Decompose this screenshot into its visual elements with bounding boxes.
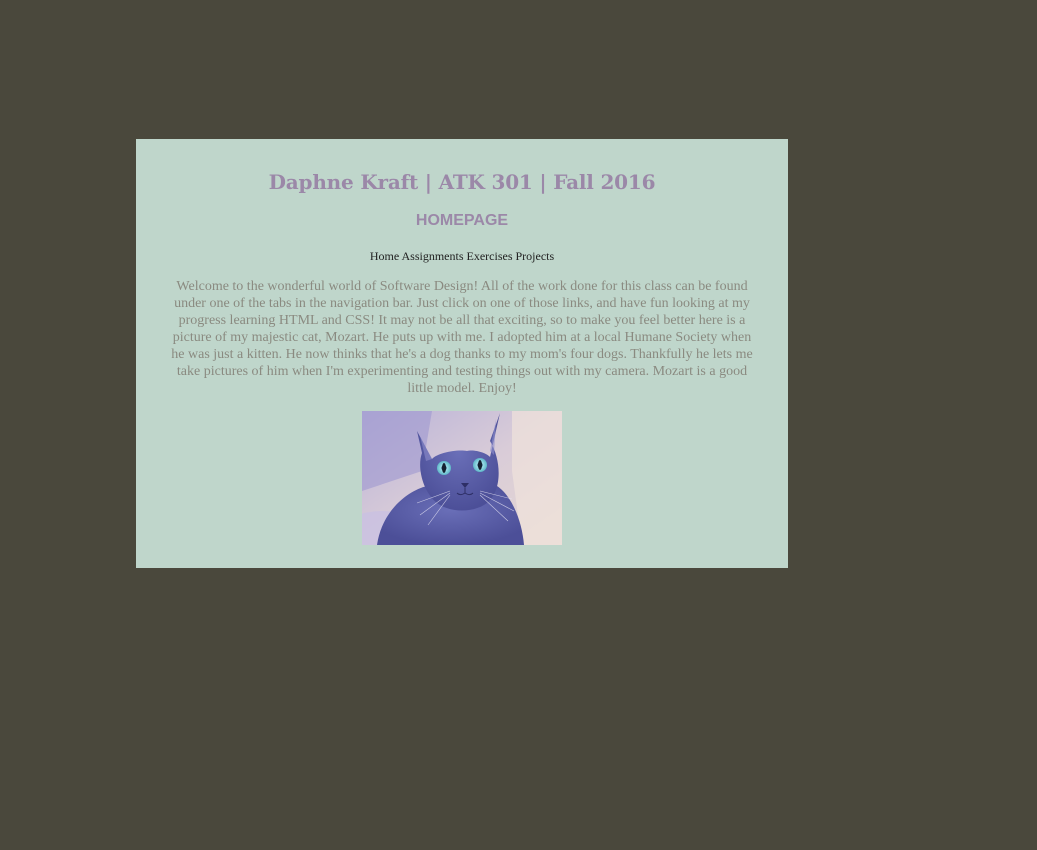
intro-paragraph: Welcome to the wonderful world of Softwa…	[171, 279, 753, 396]
cat-photo	[362, 411, 562, 545]
nav-link-home[interactable]: Home	[370, 249, 399, 263]
page-title: Daphne Kraft | ATK 301 | Fall 2016	[268, 170, 656, 194]
content-card: Daphne Kraft | ATK 301 | Fall 2016 HOMEP…	[136, 139, 788, 568]
page-subtitle: HOMEPAGE	[415, 212, 509, 229]
navigation-bar: Home Assignments Exercises Projects	[136, 249, 788, 264]
nav-link-projects[interactable]: Projects	[516, 249, 555, 263]
nav-link-exercises[interactable]: Exercises	[467, 249, 513, 263]
nav-link-assignments[interactable]: Assignments	[402, 249, 464, 263]
